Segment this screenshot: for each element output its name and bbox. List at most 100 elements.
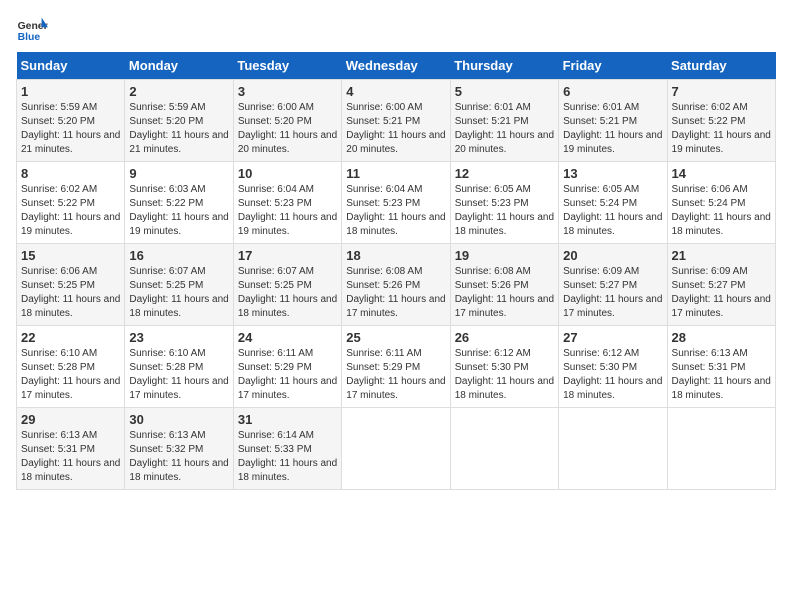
calendar-cell: 9 Sunrise: 6:03 AM Sunset: 5:22 PM Dayli…	[125, 162, 233, 244]
day-info: Sunrise: 6:10 AM Sunset: 5:28 PM Dayligh…	[129, 348, 228, 401]
day-number: 26	[455, 330, 554, 345]
day-number: 2	[129, 84, 228, 99]
logo-icon: General Blue	[16, 16, 48, 44]
logo: General Blue	[16, 16, 48, 44]
calendar-body: 1 Sunrise: 5:59 AM Sunset: 5:20 PM Dayli…	[17, 80, 776, 490]
day-number: 12	[455, 166, 554, 181]
day-number: 29	[21, 412, 120, 427]
calendar-cell: 1 Sunrise: 5:59 AM Sunset: 5:20 PM Dayli…	[17, 80, 125, 162]
weekday-header-row: SundayMondayTuesdayWednesdayThursdayFrid…	[17, 52, 776, 80]
calendar-table: SundayMondayTuesdayWednesdayThursdayFrid…	[16, 52, 776, 490]
day-number: 5	[455, 84, 554, 99]
day-number: 16	[129, 248, 228, 263]
day-info: Sunrise: 6:09 AM Sunset: 5:27 PM Dayligh…	[672, 266, 771, 319]
calendar-cell: 28 Sunrise: 6:13 AM Sunset: 5:31 PM Dayl…	[667, 326, 775, 408]
calendar-cell: 26 Sunrise: 6:12 AM Sunset: 5:30 PM Dayl…	[450, 326, 558, 408]
day-number: 17	[238, 248, 337, 263]
day-number: 18	[346, 248, 445, 263]
day-number: 14	[672, 166, 771, 181]
calendar-cell: 29 Sunrise: 6:13 AM Sunset: 5:31 PM Dayl…	[17, 408, 125, 490]
calendar-cell	[450, 408, 558, 490]
day-number: 3	[238, 84, 337, 99]
day-number: 10	[238, 166, 337, 181]
calendar-cell: 31 Sunrise: 6:14 AM Sunset: 5:33 PM Dayl…	[233, 408, 341, 490]
day-number: 8	[21, 166, 120, 181]
day-info: Sunrise: 6:00 AM Sunset: 5:21 PM Dayligh…	[346, 102, 445, 155]
calendar-cell	[342, 408, 450, 490]
day-info: Sunrise: 6:07 AM Sunset: 5:25 PM Dayligh…	[129, 266, 228, 319]
weekday-header-thursday: Thursday	[450, 52, 558, 80]
calendar-cell: 30 Sunrise: 6:13 AM Sunset: 5:32 PM Dayl…	[125, 408, 233, 490]
day-info: Sunrise: 6:06 AM Sunset: 5:24 PM Dayligh…	[672, 184, 771, 237]
day-number: 28	[672, 330, 771, 345]
day-number: 27	[563, 330, 662, 345]
week-row-4: 22 Sunrise: 6:10 AM Sunset: 5:28 PM Dayl…	[17, 326, 776, 408]
calendar-cell: 19 Sunrise: 6:08 AM Sunset: 5:26 PM Dayl…	[450, 244, 558, 326]
day-number: 25	[346, 330, 445, 345]
day-number: 24	[238, 330, 337, 345]
calendar-cell: 5 Sunrise: 6:01 AM Sunset: 5:21 PM Dayli…	[450, 80, 558, 162]
calendar-cell: 4 Sunrise: 6:00 AM Sunset: 5:21 PM Dayli…	[342, 80, 450, 162]
calendar-cell: 21 Sunrise: 6:09 AM Sunset: 5:27 PM Dayl…	[667, 244, 775, 326]
day-info: Sunrise: 6:11 AM Sunset: 5:29 PM Dayligh…	[346, 348, 445, 401]
day-number: 20	[563, 248, 662, 263]
day-info: Sunrise: 6:12 AM Sunset: 5:30 PM Dayligh…	[455, 348, 554, 401]
day-number: 22	[21, 330, 120, 345]
day-info: Sunrise: 6:12 AM Sunset: 5:30 PM Dayligh…	[563, 348, 662, 401]
day-info: Sunrise: 6:11 AM Sunset: 5:29 PM Dayligh…	[238, 348, 337, 401]
day-info: Sunrise: 6:03 AM Sunset: 5:22 PM Dayligh…	[129, 184, 228, 237]
day-info: Sunrise: 6:00 AM Sunset: 5:20 PM Dayligh…	[238, 102, 337, 155]
weekday-header-tuesday: Tuesday	[233, 52, 341, 80]
calendar-cell: 13 Sunrise: 6:05 AM Sunset: 5:24 PM Dayl…	[559, 162, 667, 244]
week-row-5: 29 Sunrise: 6:13 AM Sunset: 5:31 PM Dayl…	[17, 408, 776, 490]
day-info: Sunrise: 6:01 AM Sunset: 5:21 PM Dayligh…	[455, 102, 554, 155]
calendar-cell	[559, 408, 667, 490]
calendar-cell: 10 Sunrise: 6:04 AM Sunset: 5:23 PM Dayl…	[233, 162, 341, 244]
day-number: 15	[21, 248, 120, 263]
day-info: Sunrise: 6:06 AM Sunset: 5:25 PM Dayligh…	[21, 266, 120, 319]
calendar-cell: 23 Sunrise: 6:10 AM Sunset: 5:28 PM Dayl…	[125, 326, 233, 408]
week-row-3: 15 Sunrise: 6:06 AM Sunset: 5:25 PM Dayl…	[17, 244, 776, 326]
calendar-cell: 6 Sunrise: 6:01 AM Sunset: 5:21 PM Dayli…	[559, 80, 667, 162]
day-number: 6	[563, 84, 662, 99]
calendar-cell: 2 Sunrise: 5:59 AM Sunset: 5:20 PM Dayli…	[125, 80, 233, 162]
day-info: Sunrise: 6:01 AM Sunset: 5:21 PM Dayligh…	[563, 102, 662, 155]
calendar-cell: 17 Sunrise: 6:07 AM Sunset: 5:25 PM Dayl…	[233, 244, 341, 326]
calendar-cell: 18 Sunrise: 6:08 AM Sunset: 5:26 PM Dayl…	[342, 244, 450, 326]
day-info: Sunrise: 5:59 AM Sunset: 5:20 PM Dayligh…	[129, 102, 228, 155]
svg-text:Blue: Blue	[18, 32, 41, 43]
day-info: Sunrise: 6:13 AM Sunset: 5:32 PM Dayligh…	[129, 430, 228, 483]
day-number: 13	[563, 166, 662, 181]
calendar-cell: 14 Sunrise: 6:06 AM Sunset: 5:24 PM Dayl…	[667, 162, 775, 244]
calendar-cell: 16 Sunrise: 6:07 AM Sunset: 5:25 PM Dayl…	[125, 244, 233, 326]
calendar-cell: 7 Sunrise: 6:02 AM Sunset: 5:22 PM Dayli…	[667, 80, 775, 162]
calendar-cell: 12 Sunrise: 6:05 AM Sunset: 5:23 PM Dayl…	[450, 162, 558, 244]
day-info: Sunrise: 6:04 AM Sunset: 5:23 PM Dayligh…	[238, 184, 337, 237]
day-info: Sunrise: 6:09 AM Sunset: 5:27 PM Dayligh…	[563, 266, 662, 319]
day-number: 9	[129, 166, 228, 181]
day-info: Sunrise: 6:05 AM Sunset: 5:24 PM Dayligh…	[563, 184, 662, 237]
day-number: 4	[346, 84, 445, 99]
calendar-cell: 22 Sunrise: 6:10 AM Sunset: 5:28 PM Dayl…	[17, 326, 125, 408]
weekday-header-sunday: Sunday	[17, 52, 125, 80]
calendar-cell: 25 Sunrise: 6:11 AM Sunset: 5:29 PM Dayl…	[342, 326, 450, 408]
calendar-cell: 8 Sunrise: 6:02 AM Sunset: 5:22 PM Dayli…	[17, 162, 125, 244]
day-number: 1	[21, 84, 120, 99]
weekday-header-wednesday: Wednesday	[342, 52, 450, 80]
weekday-header-friday: Friday	[559, 52, 667, 80]
day-number: 19	[455, 248, 554, 263]
day-info: Sunrise: 6:13 AM Sunset: 5:31 PM Dayligh…	[672, 348, 771, 401]
day-info: Sunrise: 6:05 AM Sunset: 5:23 PM Dayligh…	[455, 184, 554, 237]
weekday-header-monday: Monday	[125, 52, 233, 80]
day-info: Sunrise: 6:08 AM Sunset: 5:26 PM Dayligh…	[455, 266, 554, 319]
calendar-cell: 27 Sunrise: 6:12 AM Sunset: 5:30 PM Dayl…	[559, 326, 667, 408]
day-number: 30	[129, 412, 228, 427]
calendar-cell: 24 Sunrise: 6:11 AM Sunset: 5:29 PM Dayl…	[233, 326, 341, 408]
calendar-cell: 15 Sunrise: 6:06 AM Sunset: 5:25 PM Dayl…	[17, 244, 125, 326]
calendar-cell	[667, 408, 775, 490]
calendar-cell: 11 Sunrise: 6:04 AM Sunset: 5:23 PM Dayl…	[342, 162, 450, 244]
day-info: Sunrise: 6:10 AM Sunset: 5:28 PM Dayligh…	[21, 348, 120, 401]
day-number: 23	[129, 330, 228, 345]
day-info: Sunrise: 6:02 AM Sunset: 5:22 PM Dayligh…	[21, 184, 120, 237]
day-info: Sunrise: 5:59 AM Sunset: 5:20 PM Dayligh…	[21, 102, 120, 155]
